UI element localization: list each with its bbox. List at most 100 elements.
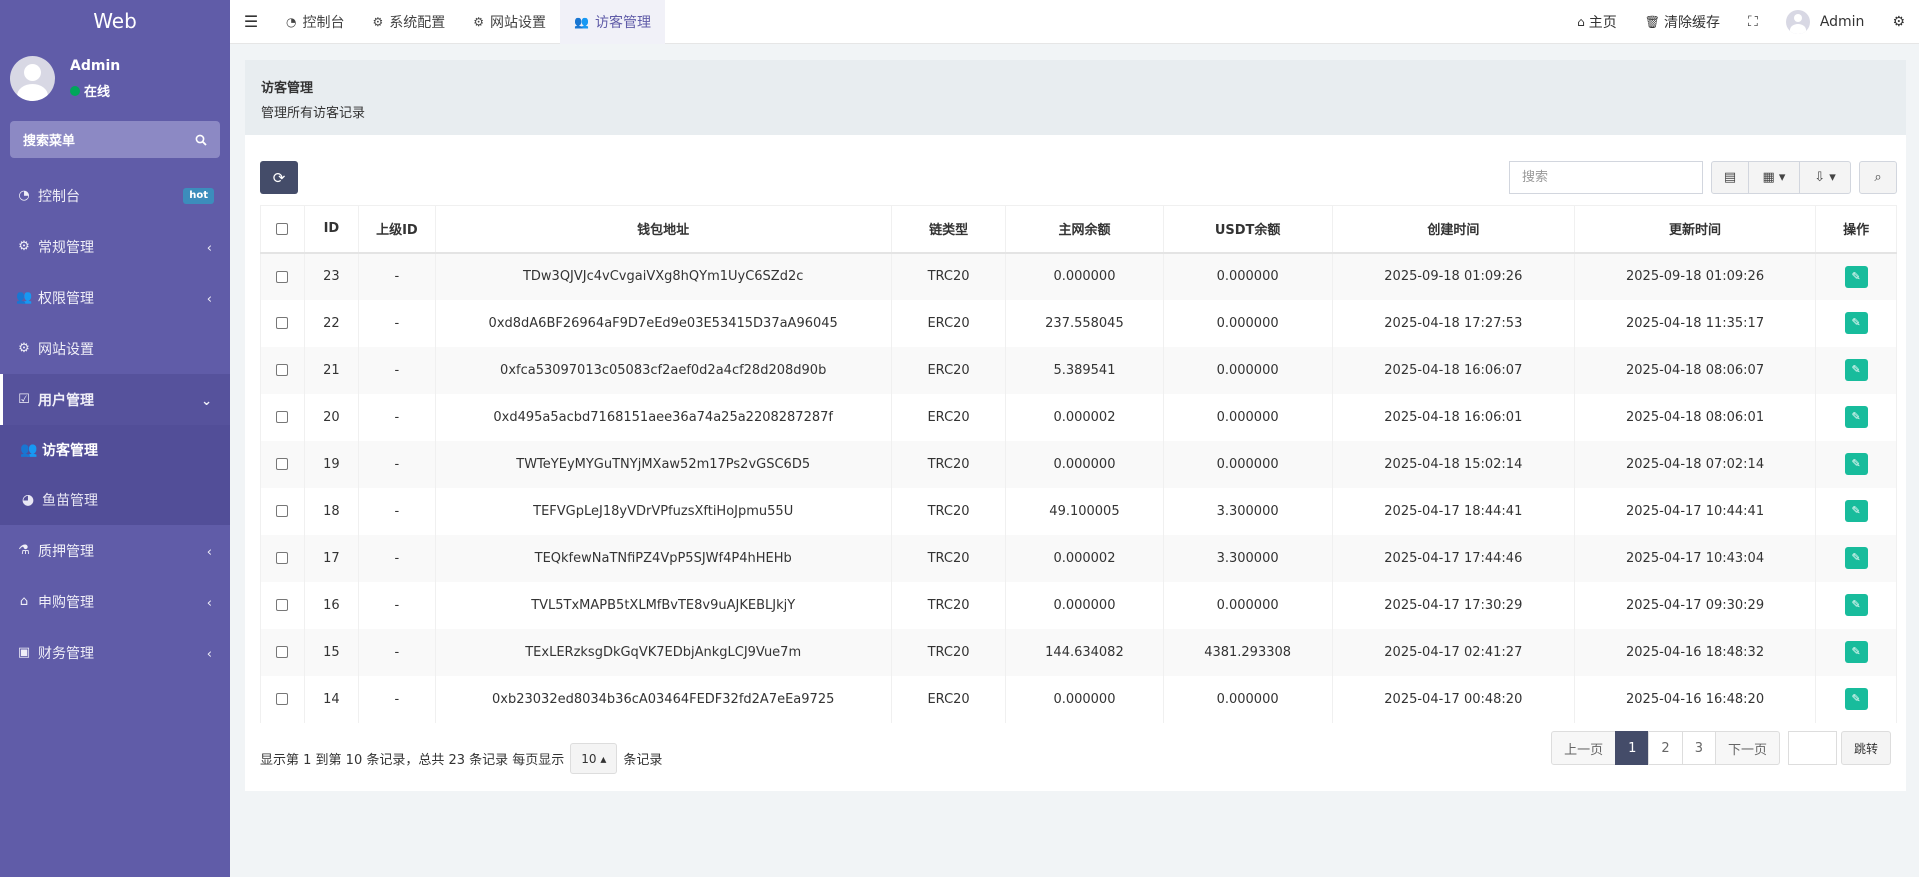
tab-visitor-management[interactable]: 👥 访客管理 [560,0,665,44]
toggle-view-button[interactable]: ▤ [1711,161,1749,194]
row-checkbox[interactable] [276,646,289,658]
admin-menu[interactable]: Admin [1772,0,1879,44]
cell-actions: ✎ [1815,534,1897,582]
sidebar-item-finance[interactable]: ▣ 财务管理 ‹ [0,627,230,678]
prev-page-button[interactable]: 上一页 [1551,731,1617,765]
group-icon: 👥 [16,290,33,305]
edit-button[interactable]: ✎ [1844,312,1868,334]
tab-dashboard[interactable]: ◔ 控制台 [272,0,358,44]
tab-system-config[interactable]: ⚙ 系统配置 [358,0,459,44]
pencil-icon: ✎ [1851,269,1861,283]
export-button[interactable]: ⇩ ▾ [1799,161,1851,194]
tab-label: 访客管理 [594,14,651,31]
row-checkbox[interactable] [276,505,289,517]
header-chain[interactable]: 链类型 [890,205,1007,254]
edit-button[interactable]: ✎ [1844,265,1868,288]
edit-button[interactable]: ✎ [1844,547,1868,569]
pencil-icon: ✎ [1851,457,1861,470]
edit-button[interactable]: ✎ [1844,406,1868,428]
cell-main-balance: 237.558045 [1005,299,1164,347]
cell-select[interactable] [260,440,305,488]
cell-created: 2025-04-18 16:06:07 [1331,346,1575,394]
cell-select[interactable] [260,675,305,723]
search-input[interactable] [1509,161,1703,194]
header-wallet[interactable]: 钱包地址 [434,205,892,254]
search-icon[interactable] [195,134,207,146]
row-checkbox[interactable] [276,270,289,283]
page-button-2[interactable]: 2 [1648,731,1683,765]
header-usdt-balance[interactable]: USDT余额 [1162,205,1333,254]
page-subtitle: 管理所有访客记录 [261,106,366,121]
cell-select[interactable] [260,252,305,300]
header-parent-id[interactable]: 上级ID [358,205,436,254]
header-updated[interactable]: 更新时间 [1573,205,1817,254]
pencil-icon: ✎ [1851,645,1861,658]
fullscreen-icon[interactable]: ⛶ [1734,0,1772,44]
home-link[interactable]: ⌂ 主页 [1563,0,1631,44]
sidebar-item-visitors[interactable]: 👥 访客管理 [0,425,230,475]
cell-updated: 2025-09-18 01:09:26 [1573,252,1817,300]
page-button-1[interactable]: 1 [1615,731,1650,765]
cell-wallet: TWTeYEyMYGuTNYjMXaw52m17Ps2vGSC6D5 [434,440,892,488]
sidebar-item-general[interactable]: ⚙ 常规管理 ‹ [0,221,230,272]
row-checkbox[interactable] [276,317,289,329]
cogs-icon[interactable]: ⚙ [1878,0,1919,44]
cell-select[interactable] [260,628,305,676]
edit-button[interactable]: ✎ [1844,594,1868,616]
menu-search-input[interactable]: 搜索菜单 [10,121,220,158]
header-created[interactable]: 创建时间 [1331,205,1575,254]
cell-parent-id: - [358,252,436,300]
cell-select[interactable] [260,487,305,535]
jump-button[interactable]: 跳转 [1840,731,1891,765]
cell-updated: 2025-04-17 10:44:41 [1573,487,1817,535]
header-main-balance[interactable]: 主网余额 [1005,205,1164,254]
clear-cache-link[interactable]: 🗑 清除缓存 [1631,0,1734,44]
app-logo[interactable]: Web [0,0,230,43]
sidebar-item-dashboard[interactable]: ◔ 控制台 hot [0,170,230,221]
edit-button[interactable]: ✎ [1844,500,1868,522]
edit-button[interactable]: ✎ [1844,641,1868,663]
cell-select[interactable] [260,299,305,347]
sidebar-item-subscription[interactable]: ⌂ 申购管理 ‹ [0,576,230,627]
cell-actions: ✎ [1815,440,1897,488]
row-checkbox[interactable] [276,552,289,564]
cell-select[interactable] [260,346,305,394]
row-checkbox[interactable] [276,599,289,611]
next-page-button[interactable]: 下一页 [1714,731,1780,765]
sidebar-item-user-management[interactable]: ☑ 用户管理 ⌄ [0,374,230,425]
page-button-3[interactable]: 3 [1681,731,1716,765]
edit-button[interactable]: ✎ [1844,359,1868,381]
sidebar-item-permissions[interactable]: 👥 权限管理 ‹ [0,272,230,323]
cell-select[interactable] [260,393,305,441]
jump-page-input[interactable] [1787,731,1837,765]
sidebar-item-site-settings[interactable]: ⚙ 网站设置 [0,323,230,374]
pagination-summary: 显示第 1 到第 10 条记录，总共 23 条记录 每页显示 [260,753,565,768]
row-checkbox[interactable] [276,364,289,376]
columns-button[interactable]: ▦ ▾ [1748,161,1800,194]
row-checkbox[interactable] [276,411,289,423]
header-id[interactable]: ID [303,205,360,254]
edit-button[interactable]: ✎ [1844,453,1868,475]
search-button[interactable]: ⌕ [1859,161,1897,194]
menu-toggle-icon[interactable]: ☰ [230,12,272,31]
edit-button[interactable]: ✎ [1844,688,1868,710]
sidebar-item-staking[interactable]: ⚗ 质押管理 ‹ [0,525,230,576]
row-checkbox[interactable] [276,693,289,705]
select-all-checkbox[interactable] [276,222,289,235]
refresh-button[interactable]: ⟳ [260,161,298,194]
cell-chain: TRC20 [890,440,1007,488]
cell-select[interactable] [260,581,305,629]
cell-usdt-balance: 3.300000 [1162,487,1333,535]
per-page-select[interactable]: 10 ▴ [570,743,618,774]
row-checkbox[interactable] [276,458,289,470]
cog-icon: ⚙ [372,14,384,29]
chevron-left-icon: ‹ [206,596,212,611]
grid-icon: ▦ ▾ [1762,170,1786,185]
cell-select[interactable] [260,534,305,582]
sidebar-item-fry[interactable]: ◕ 鱼苗管理 [0,475,230,525]
header-select-all[interactable] [260,205,305,254]
sidebar-item-label: 鱼苗管理 [42,493,98,509]
tab-site-settings[interactable]: ⚙ 网站设置 [459,0,560,44]
sidebar-item-label: 质押管理 [38,543,94,560]
cell-updated: 2025-04-16 18:48:32 [1573,628,1817,676]
